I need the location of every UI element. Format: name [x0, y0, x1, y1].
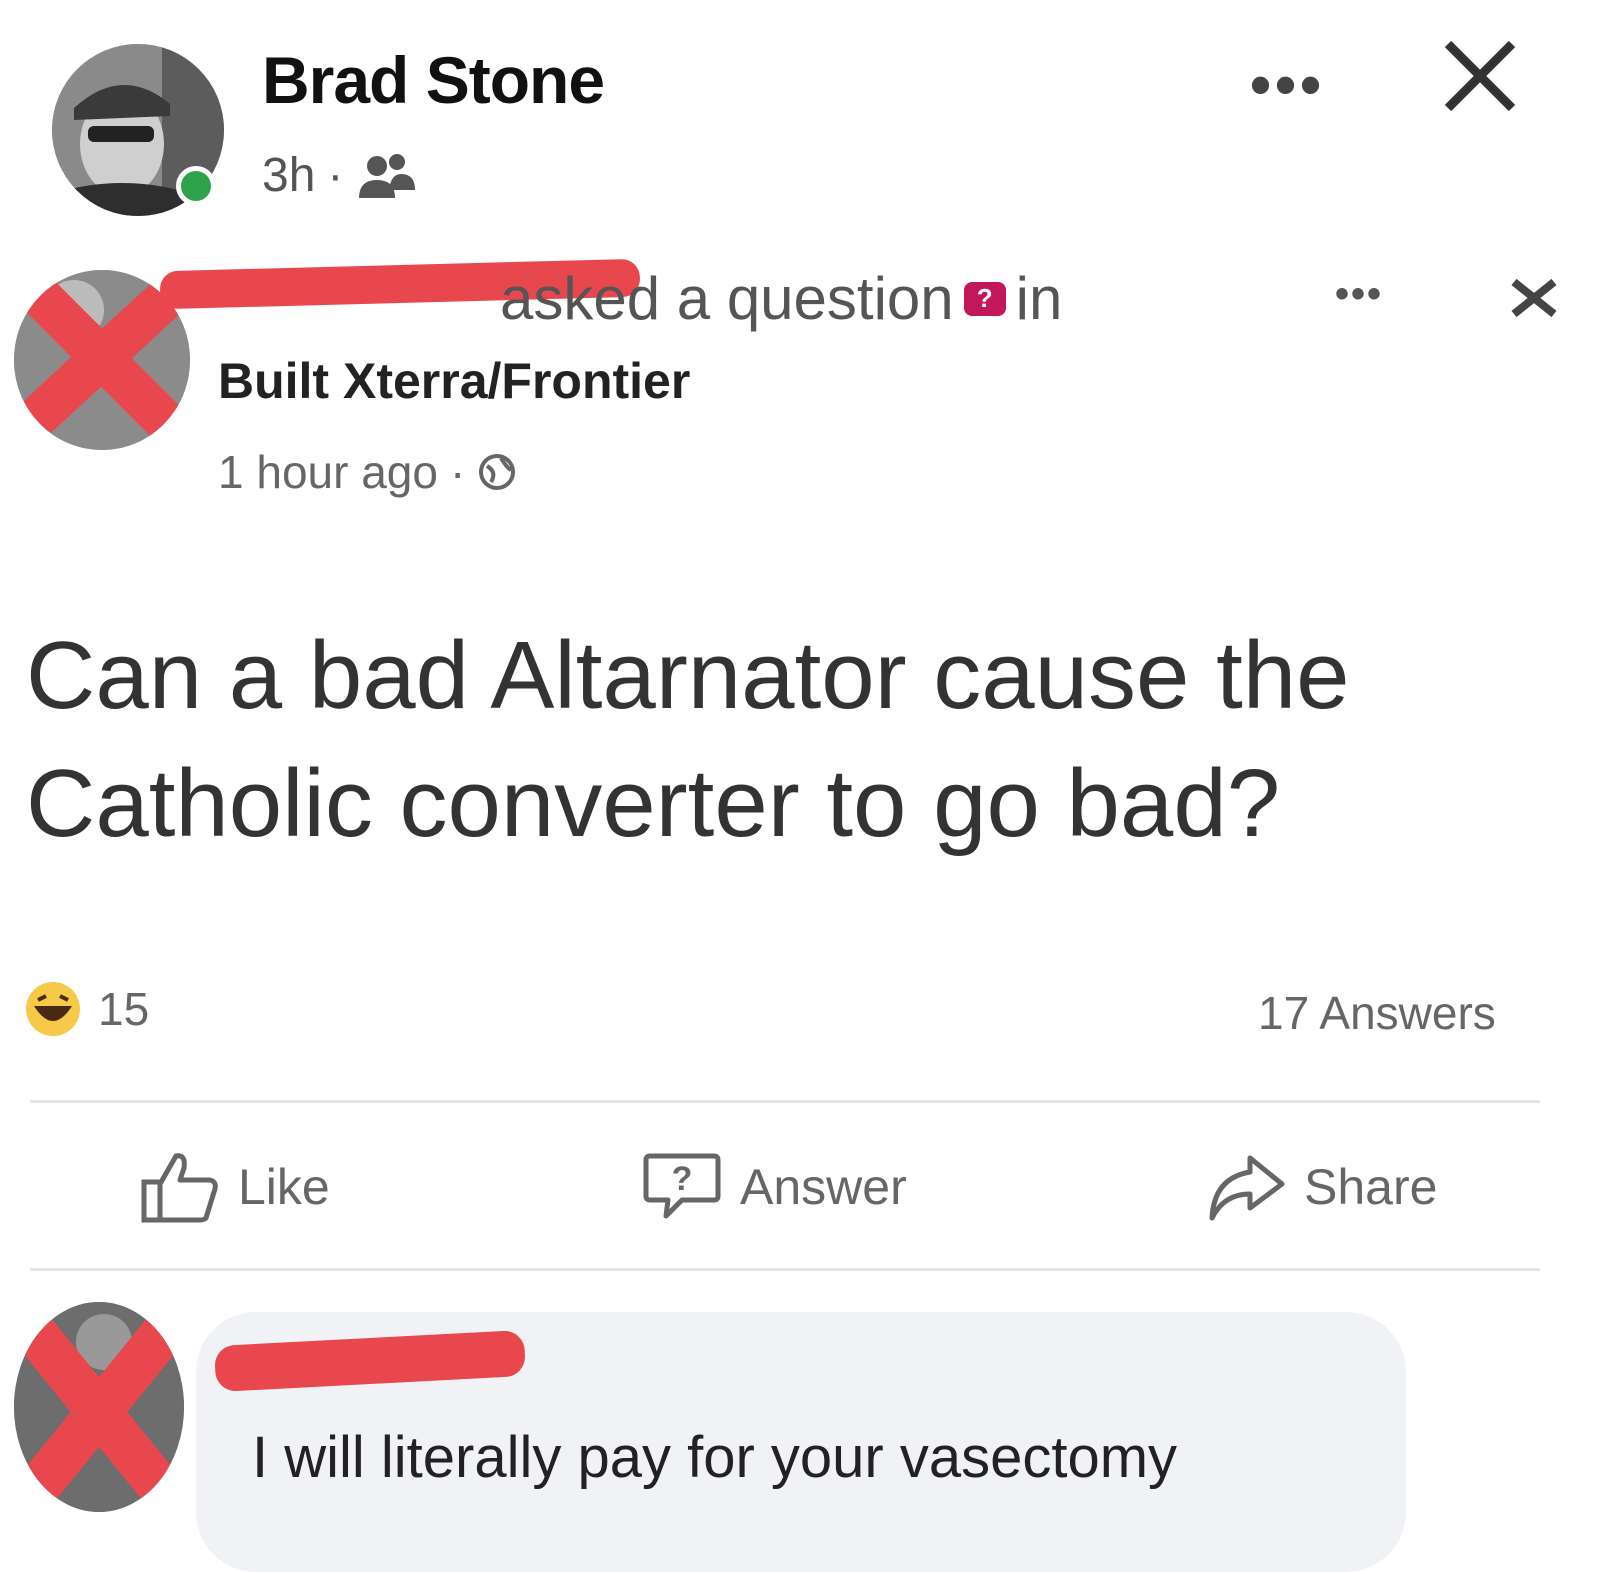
redacted-avatar [14, 1302, 184, 1512]
asked-line: asked a question ? in [500, 264, 1062, 333]
in-text: in [1015, 265, 1063, 332]
commenter-avatar[interactable] [14, 1302, 184, 1512]
like-button[interactable]: Like [140, 1150, 330, 1224]
post-time[interactable]: 3h [262, 148, 315, 203]
like-label: Like [238, 1159, 330, 1215]
answer-button[interactable]: ? Answer [642, 1150, 907, 1224]
asked-text: asked a question [500, 265, 954, 332]
close-icon [1511, 278, 1557, 318]
post-meta: 3h · [262, 148, 417, 203]
question-badge-icon: ? [963, 281, 1006, 316]
close-icon [1444, 40, 1516, 112]
close-button[interactable] [1440, 36, 1520, 116]
inner-close-button[interactable] [1508, 272, 1560, 324]
svg-text:?: ? [672, 1160, 693, 1198]
author-name[interactable]: Brad Stone [262, 42, 605, 118]
inner-post-meta: 1 hour ago · [218, 445, 517, 499]
globe-icon [479, 454, 516, 490]
divider [30, 1100, 1540, 1103]
answers-count[interactable]: 17 Answers [1258, 986, 1496, 1040]
share-label: Share [1304, 1159, 1438, 1215]
comment-text: I will literally pay for your vasectomy [252, 1425, 1178, 1490]
meta-separator: · [327, 149, 344, 202]
question-text: Can a bad Altarnator cause the Catholic … [26, 622, 1350, 857]
answer-label: Answer [740, 1159, 907, 1215]
share-arrow-icon [1209, 1155, 1285, 1221]
friends-icon [359, 153, 416, 198]
meta-separator: · [449, 446, 466, 498]
reaction-count: 15 [98, 983, 150, 1035]
laugh-emoji-icon [26, 982, 80, 1036]
inner-post-time[interactable]: 1 hour ago [218, 445, 438, 499]
share-button[interactable]: Share [1206, 1150, 1437, 1224]
more-options-button[interactable]: ••• [1250, 50, 1325, 119]
inner-more-options-button[interactable]: ••• [1335, 272, 1383, 317]
group-name-link[interactable]: Built Xterra/Frontier [218, 352, 690, 410]
thumbs-up-icon [141, 1153, 218, 1223]
question-bubble-icon: ? [643, 1153, 721, 1219]
online-status-dot [176, 166, 216, 206]
divider [30, 1268, 1540, 1271]
reaction-summary[interactable]: 15 [24, 980, 149, 1038]
